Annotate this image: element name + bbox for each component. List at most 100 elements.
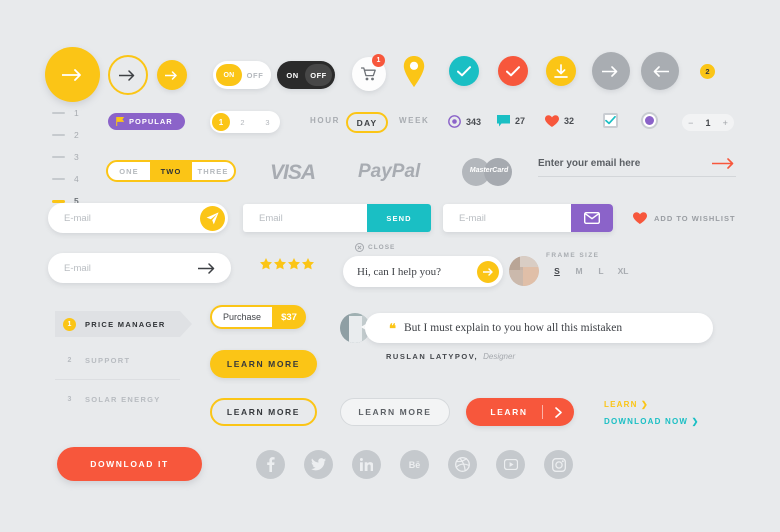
twitter-icon[interactable] (304, 450, 333, 479)
pagination-page-2[interactable]: 2 (230, 118, 255, 127)
segmented-control[interactable]: ONE TWO THREE (106, 160, 236, 182)
check-icon (506, 65, 520, 76)
email-input-envelope[interactable]: E-mail (443, 204, 613, 232)
tab-week[interactable]: WEEK (399, 116, 429, 125)
nav-item-support[interactable]: 2 SUPPORT (55, 347, 180, 373)
toggle-dark[interactable]: ON OFF (277, 61, 335, 89)
purchase-button[interactable]: Purchase $37 (210, 305, 306, 329)
pagination-page-3[interactable]: 3 (255, 118, 280, 127)
checkbox[interactable] (603, 113, 618, 128)
pagination-current[interactable]: 1 (212, 113, 230, 131)
toggle-off-label: OFF (246, 70, 264, 80)
download-it-button[interactable]: DOWNLOAD IT (57, 447, 202, 481)
size-option-s[interactable]: S (546, 266, 568, 276)
linkedin-icon[interactable] (352, 450, 381, 479)
quantity-stepper[interactable]: − 1 + (682, 114, 734, 131)
download-now-link[interactable]: DOWNLOAD NOW ❯ (604, 417, 700, 426)
envelope-button[interactable] (571, 204, 613, 232)
arrow-left-button-grey[interactable] (641, 52, 679, 90)
learn-link-label: LEARN (604, 400, 638, 409)
heart-icon (633, 212, 647, 224)
behance-icon[interactable]: Bē (400, 450, 429, 479)
learn-split-label: LEARN (490, 407, 528, 417)
instagram-icon[interactable] (544, 450, 573, 479)
close-circle-icon (355, 243, 364, 252)
testimonial-author: RUSLAN LATYPOV, Designer (386, 352, 515, 361)
check-icon (605, 116, 616, 125)
download-button[interactable] (546, 56, 576, 86)
tab-day[interactable]: DAY (346, 112, 388, 133)
nav-label: SOLAR ENERGY (85, 394, 161, 404)
mastercard-logo: MasterCard (462, 158, 516, 186)
arrow-right-icon (712, 158, 734, 169)
email-underline-field[interactable]: Enter your email here (538, 158, 736, 177)
toggle-knob: ON (216, 64, 242, 86)
frame-size-label: FRAME SIZE (546, 252, 600, 259)
youtube-icon[interactable] (496, 450, 525, 479)
flag-icon (116, 117, 124, 126)
arrow-right-button-small[interactable] (157, 60, 187, 90)
segment-one[interactable]: ONE (108, 162, 150, 180)
close-button[interactable]: CLOSE (355, 243, 395, 252)
avatar (509, 256, 539, 286)
map-pin-icon (403, 56, 425, 87)
step-nav-list[interactable]: 1 PRICE MANAGER 2 SUPPORT 3 SOLAR ENERGY (55, 311, 180, 412)
nav-item-price-manager[interactable]: 1 PRICE MANAGER (55, 311, 180, 337)
facebook-icon[interactable] (256, 450, 285, 479)
tab-hour[interactable]: HOUR (310, 116, 340, 125)
send-button[interactable]: SEND (367, 204, 431, 232)
size-option-l[interactable]: L (590, 266, 612, 276)
arrow-right-button-outline[interactable] (108, 55, 148, 95)
pager-dash (52, 178, 65, 180)
author-name: RUSLAN LATYPOV, (386, 352, 479, 361)
email-underline-placeholder: Enter your email here (538, 158, 641, 169)
stat-views: 343 (448, 115, 481, 128)
pagination[interactable]: 1 2 3 (210, 111, 280, 133)
check-button-red[interactable] (498, 56, 528, 86)
email-underline-submit[interactable] (712, 158, 736, 169)
toggle-light[interactable]: ON OFF (213, 61, 271, 89)
nav-divider (55, 379, 180, 380)
purchase-price: $37 (281, 311, 297, 323)
arrow-right-button-large[interactable] (45, 47, 100, 102)
ui-kit-canvas: ON OFF ON OFF 1 2 1 2 3 4 5 POPULAR 1 2 … (0, 0, 780, 532)
radio-button[interactable] (641, 112, 658, 129)
segment-two[interactable]: TWO (150, 162, 192, 180)
learn-more-outline-button[interactable]: LEARN MORE (210, 398, 317, 426)
stepper-plus[interactable]: + (723, 118, 728, 128)
learn-split-button[interactable]: LEARN (466, 398, 574, 426)
size-option-xl[interactable]: XL (612, 266, 634, 276)
frame-size-options[interactable]: S M L XL (546, 266, 634, 276)
popular-badge[interactable]: POPULAR (108, 113, 185, 130)
nav-item-solar-energy[interactable]: 3 SOLAR ENERGY (55, 386, 180, 412)
email-input-pill[interactable]: E-mail (48, 203, 228, 233)
arrow-left-icon (653, 65, 669, 77)
pager-label: 1 (74, 108, 79, 118)
popular-label: POPULAR (129, 117, 173, 126)
dribbble-icon[interactable] (448, 450, 477, 479)
social-links[interactable]: Bē (256, 450, 573, 479)
toggle-knob: OFF (305, 64, 332, 86)
nav-number: 1 (63, 317, 76, 331)
download-icon (554, 63, 568, 78)
arrow-submit-button[interactable] (198, 262, 217, 274)
map-pin-button[interactable] (403, 56, 425, 88)
check-button-teal[interactable] (449, 56, 479, 86)
size-option-m[interactable]: M (568, 266, 590, 276)
pager-dash (52, 156, 65, 158)
arrow-right-button-grey[interactable] (592, 52, 630, 90)
chat-bubble[interactable]: Hi, can I help you? (343, 256, 503, 287)
chat-message: Hi, can I help you? (357, 265, 441, 278)
learn-more-solid-button[interactable]: LEARN MORE (210, 350, 317, 378)
learn-more-ghost-button[interactable]: LEARN MORE (340, 398, 450, 426)
learn-link[interactable]: LEARN ❯ (604, 400, 649, 409)
email-input-send[interactable]: Email SEND (243, 204, 431, 232)
visa-logo: VISA (270, 161, 316, 184)
add-to-wishlist-button[interactable]: ADD TO WISHLIST (633, 212, 736, 224)
star-rating[interactable] (260, 258, 314, 270)
send-plane-button[interactable] (200, 205, 225, 231)
segment-three[interactable]: THREE (192, 162, 234, 180)
stepper-minus[interactable]: − (688, 118, 693, 128)
chat-submit-button[interactable] (477, 260, 499, 283)
email-input-arrow[interactable]: E-mail (48, 253, 231, 283)
